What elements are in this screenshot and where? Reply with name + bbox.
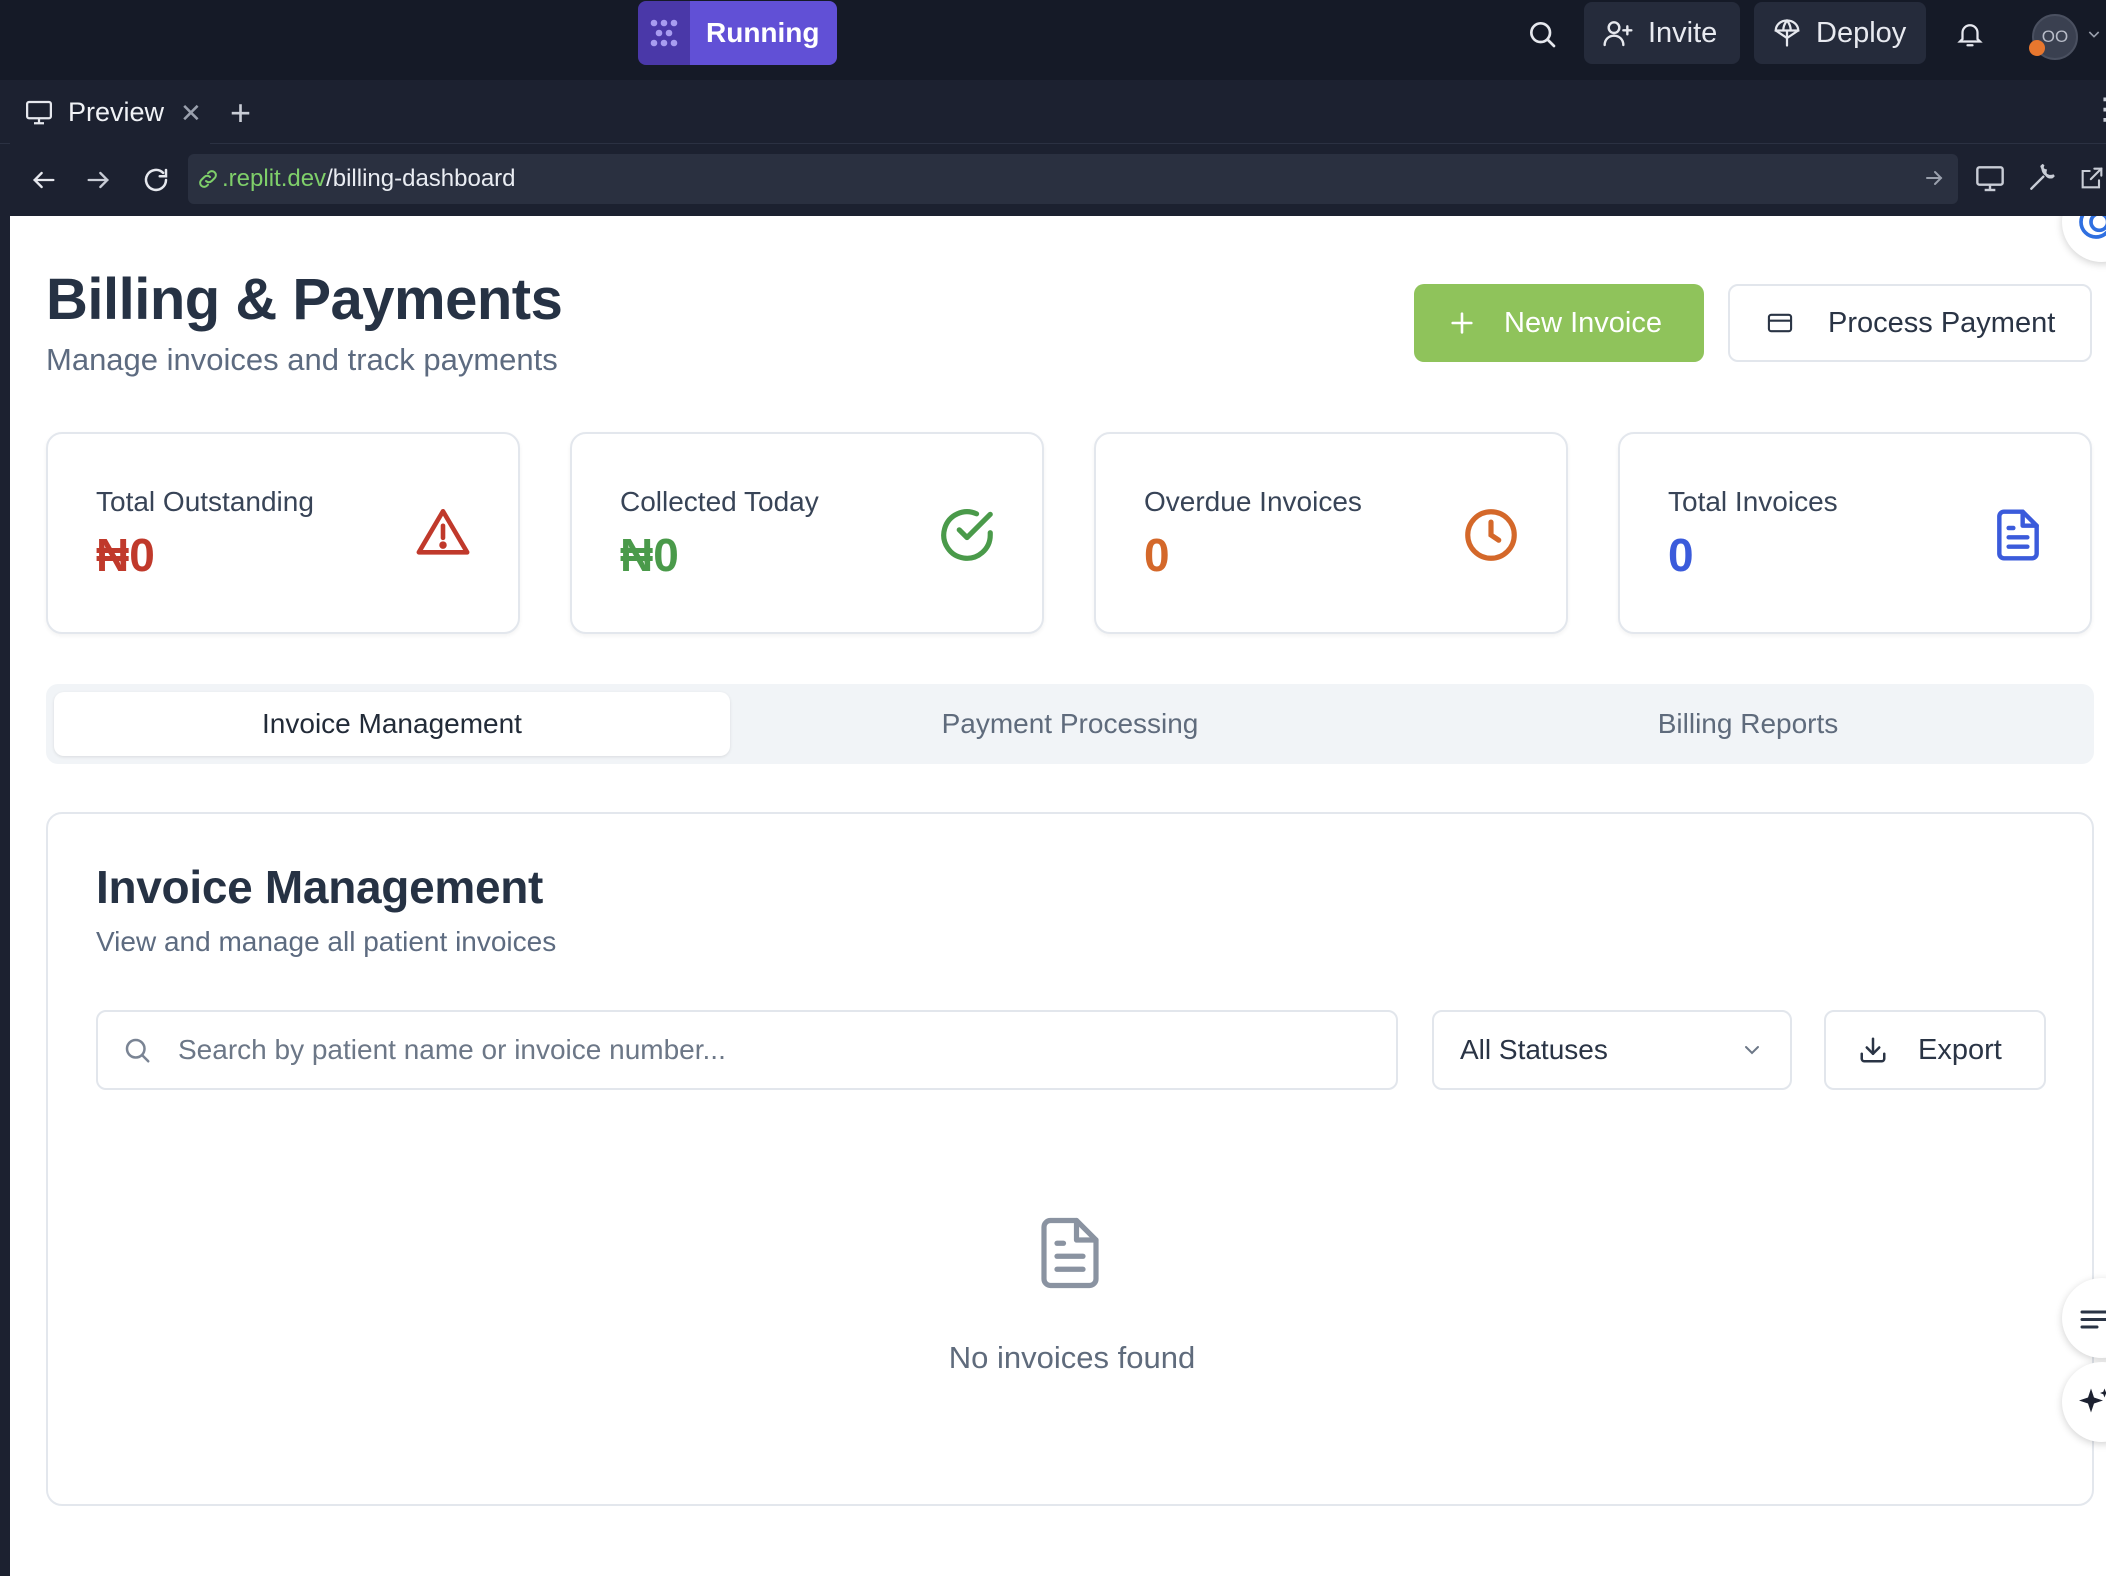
forward-arrow-icon[interactable] — [80, 162, 116, 198]
new-tab-icon[interactable]: + — [230, 92, 251, 134]
tab-payment-processing[interactable]: Payment Processing — [732, 692, 1408, 756]
page-subtitle: Manage invoices and track payments — [46, 342, 558, 377]
check-circle-icon — [936, 504, 998, 566]
assistant-widget-icon[interactable] — [2062, 216, 2106, 262]
billing-page: Billing & Payments Manage invoices and t… — [10, 216, 2106, 1576]
close-icon[interactable]: ✕ — [180, 98, 202, 129]
stat-label: Total Invoices — [1668, 486, 1838, 517]
url-domain: .replit.dev — [222, 165, 327, 192]
page-title: Billing & Payments — [46, 267, 563, 332]
run-status-icon — [638, 1, 690, 65]
go-arrow-icon[interactable] — [1922, 166, 1946, 190]
url-path: /billing-dashboard — [326, 165, 516, 192]
deploy-label: Deploy — [1816, 16, 1907, 49]
stat-card-total-outstanding: Total Outstanding ₦0 — [46, 432, 520, 634]
stat-value: ₦0 — [96, 529, 155, 581]
alert-triangle-icon — [412, 504, 474, 562]
stat-value: ₦0 — [620, 529, 679, 581]
url-bar-row: .replit.dev /billing-dashboard — [0, 144, 2106, 216]
empty-file-icon — [1031, 1206, 1109, 1300]
new-invoice-button[interactable]: New Invoice — [1414, 284, 1704, 362]
export-label: Export — [1918, 1033, 2002, 1066]
ide-topbar: Running Invite Deploy OO — [0, 0, 2106, 80]
status-filter-select[interactable]: All Statuses — [1432, 1010, 1792, 1090]
chevron-down-icon[interactable] — [2082, 14, 2106, 54]
clock-icon — [1460, 504, 1522, 566]
avatar-status-dot — [2029, 40, 2045, 56]
plus-icon — [1448, 309, 1476, 337]
export-button[interactable]: Export — [1824, 1010, 2046, 1090]
search-placeholder: Search by patient name or invoice number… — [178, 1034, 726, 1065]
user-plus-icon — [1602, 17, 1634, 49]
empty-state-text: No invoices found — [948, 1340, 1196, 1375]
card-title: Invoice Management — [96, 861, 544, 913]
invoice-management-card: Invoice Management View and manage all p… — [46, 812, 2094, 1506]
download-icon — [1858, 1035, 1888, 1065]
process-payment-label: Process Payment — [1828, 306, 2056, 339]
link-icon — [196, 167, 220, 191]
wrench-icon[interactable] — [2026, 162, 2058, 194]
credit-card-icon — [1764, 309, 1796, 337]
devices-icon[interactable] — [1974, 162, 2006, 194]
url-input[interactable]: .replit.dev /billing-dashboard — [188, 154, 1958, 204]
invite-label: Invite — [1648, 16, 1718, 49]
monitor-icon — [24, 97, 54, 127]
open-external-icon[interactable] — [2078, 162, 2106, 194]
billing-tabs: Invoice Management Payment Processing Bi… — [46, 684, 2094, 764]
chevron-down-icon — [1740, 1038, 1764, 1062]
invite-button[interactable]: Invite — [1584, 2, 1740, 64]
preview-tab-label: Preview — [68, 96, 165, 127]
run-label: Running — [690, 1, 837, 65]
status-filter-value: All Statuses — [1460, 1034, 1608, 1065]
new-invoice-label: New Invoice — [1504, 306, 1662, 339]
stat-card-collected-today: Collected Today ₦0 — [570, 432, 1044, 634]
stat-card-total-invoices: Total Invoices 0 — [1618, 432, 2092, 634]
search-input[interactable]: Search by patient name or invoice number… — [96, 1010, 1398, 1090]
stat-card-overdue-invoices: Overdue Invoices 0 — [1094, 432, 1568, 634]
stat-label: Overdue Invoices — [1144, 486, 1362, 517]
tab-billing-reports[interactable]: Billing Reports — [1410, 692, 2086, 756]
process-payment-button[interactable]: Process Payment — [1728, 284, 2092, 362]
search-icon — [122, 1035, 152, 1065]
reload-icon[interactable] — [138, 162, 174, 198]
bell-icon[interactable] — [1942, 6, 1998, 62]
card-subtitle: View and manage all patient invoices — [96, 926, 557, 957]
file-text-icon — [1990, 504, 2046, 566]
search-icon[interactable] — [1514, 6, 1570, 62]
deploy-icon — [1772, 17, 1802, 49]
stat-value: 0 — [1668, 529, 1694, 581]
run-button[interactable]: Running — [638, 1, 837, 65]
deploy-button[interactable]: Deploy — [1754, 2, 1926, 64]
more-vertical-icon[interactable]: ⋮ — [2090, 92, 2106, 127]
back-arrow-icon[interactable] — [26, 162, 62, 198]
tab-invoice-management[interactable]: Invoice Management — [54, 692, 730, 756]
preview-tab-strip: Preview ✕ + ⋮ — [0, 80, 2106, 144]
stat-label: Total Outstanding — [96, 486, 314, 517]
stat-value: 0 — [1144, 529, 1170, 581]
stat-label: Collected Today — [620, 486, 819, 517]
